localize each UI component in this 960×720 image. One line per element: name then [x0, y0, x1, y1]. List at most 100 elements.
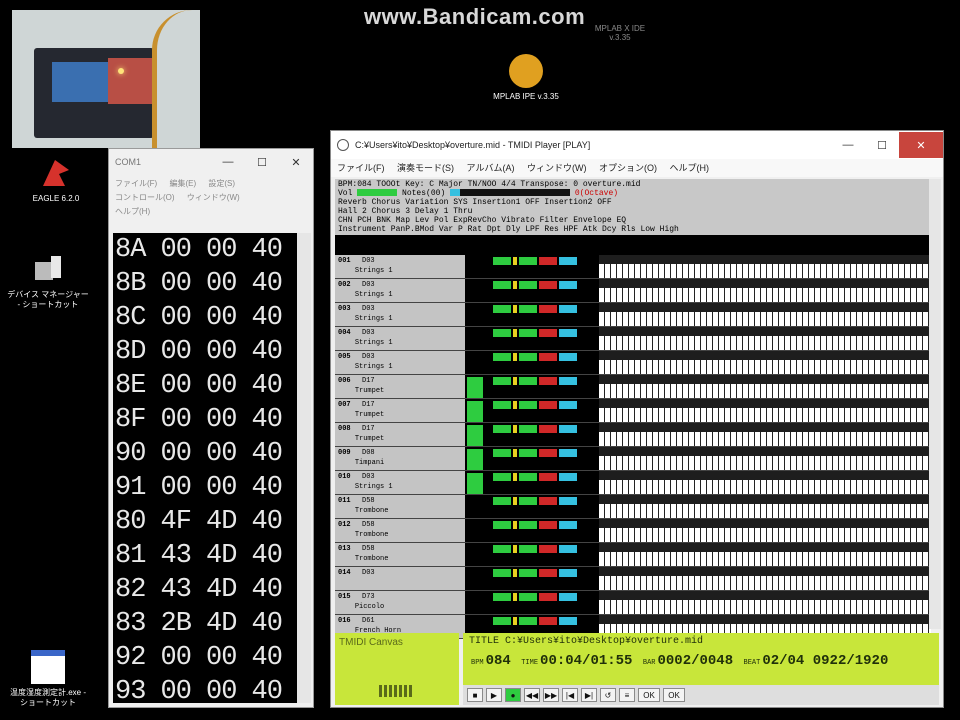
track-param-bars	[491, 495, 599, 518]
tmidi-titlebar[interactable]: C:¥Users¥ito¥Desktop¥overture.mid - TMID…	[331, 131, 943, 159]
device-manager-icon	[31, 252, 65, 286]
hex-byte: 00	[160, 269, 192, 299]
menu-file[interactable]: ファイル(F)	[337, 163, 385, 173]
track-row[interactable]: 010 D03 Strings 1	[335, 471, 931, 495]
close-button[interactable]: ✕	[899, 132, 943, 158]
terminal-window[interactable]: COM1 — ☐ ✕ ファイル(F) 編集(E) 設定(S) コントロール(O)…	[108, 148, 314, 708]
hex-row: 8B 00 00 40	[113, 267, 297, 301]
param-bar	[513, 617, 517, 625]
transport-controls: ■ ▶ ● ◀◀ ▶▶ |◀ ▶| ↺ ≡ OK OK	[463, 685, 939, 705]
transport-button[interactable]: |◀	[562, 688, 578, 702]
hex-byte: 91	[115, 473, 146, 503]
webcam-overlay	[12, 10, 200, 148]
track-number: 015	[338, 593, 351, 601]
close-button[interactable]: ✕	[279, 149, 313, 175]
track-level-meter	[465, 471, 491, 494]
minimize-button[interactable]: —	[831, 132, 865, 158]
hex-byte: 00	[206, 473, 237, 503]
menu-edit[interactable]: 編集(E)	[169, 179, 196, 188]
param-bar	[519, 329, 537, 337]
track-row[interactable]: 015 D73 Piccolo	[335, 591, 931, 615]
menu-album[interactable]: アルバム(A)	[467, 163, 515, 173]
terminal-scrollbar[interactable]	[297, 233, 311, 703]
maximize-button[interactable]: ☐	[245, 149, 279, 175]
hex-byte: 8E	[115, 371, 146, 401]
track-row[interactable]: 003 D03 Strings 1	[335, 303, 931, 327]
param-bar	[539, 473, 557, 481]
terminal-titlebar[interactable]: COM1 — ☐ ✕	[109, 149, 313, 175]
desktop-icon-device-manager[interactable]: デバイス マネージャー - ショートカット	[6, 252, 90, 310]
track-param-bars	[491, 591, 599, 614]
track-row[interactable]: 006 D17 Trumpet	[335, 375, 931, 399]
param-bar	[519, 377, 537, 385]
param-bar	[559, 305, 577, 313]
track-row[interactable]: 001 D03 Strings 1	[335, 255, 931, 279]
track-label: 010 D03 Strings 1	[335, 471, 465, 494]
desktop-icon-eagle[interactable]: EAGLE 6.2.0	[14, 156, 98, 204]
track-keyboard	[599, 495, 931, 518]
track-row[interactable]: 011 D58 Trombone	[335, 495, 931, 519]
track-row[interactable]: 013 D58 Trombone	[335, 543, 931, 567]
transport-button[interactable]: OK	[663, 688, 685, 702]
track-row[interactable]: 004 D03 Strings 1	[335, 327, 931, 351]
transport-button[interactable]: ▶	[486, 688, 502, 702]
param-bar	[513, 569, 517, 577]
menu-control[interactable]: コントロール(O)	[115, 193, 175, 202]
transport-button[interactable]: OK	[638, 688, 660, 702]
param-bar	[559, 497, 577, 505]
tmidi-player-window[interactable]: C:¥Users¥ito¥Desktop¥overture.mid - TMID…	[330, 130, 944, 708]
track-number: 007	[338, 401, 351, 409]
param-bar	[539, 593, 557, 601]
menu-play-mode[interactable]: 演奏モード(S)	[397, 163, 454, 173]
monitor-scrollbar[interactable]	[929, 179, 941, 629]
hex-byte: 4D	[206, 507, 237, 537]
transport-button[interactable]: ↺	[600, 688, 616, 702]
track-row[interactable]: 007 D17 Trumpet	[335, 399, 931, 423]
transport-button[interactable]: ▶▶	[543, 688, 559, 702]
led-light	[118, 68, 124, 74]
track-row[interactable]: 014 D03	[335, 567, 931, 591]
hex-byte: 4D	[206, 575, 237, 605]
param-bar	[513, 353, 517, 361]
track-level-meter	[465, 255, 491, 278]
track-row[interactable]: 008 D17 Trumpet	[335, 423, 931, 447]
hex-byte: 4F	[160, 507, 192, 537]
desktop-icon-temp-humidity[interactable]: 温度湿度測定計.exe - ショートカット	[6, 650, 90, 708]
transport-button[interactable]: ≡	[619, 688, 635, 702]
track-row[interactable]: 005 D03 Strings 1	[335, 351, 931, 375]
track-label: 002 D03 Strings 1	[335, 279, 465, 302]
hex-byte: 40	[251, 405, 283, 435]
track-row[interactable]: 009 D08 Timpani	[335, 447, 931, 471]
menu-window[interactable]: ウィンドウ(W)	[187, 193, 240, 202]
param-bar	[519, 425, 537, 433]
track-list: 001 D03 Strings 1 002 D03 Strings 1 003 D03 S…	[335, 255, 931, 639]
window-app-icon	[31, 650, 65, 684]
transport-button[interactable]: ◀◀	[524, 688, 540, 702]
hex-row: 81 43 4D 40	[113, 539, 297, 573]
param-bar	[493, 521, 511, 529]
transport-button[interactable]: ■	[467, 688, 483, 702]
maximize-button[interactable]: ☐	[865, 132, 899, 158]
menu-file[interactable]: ファイル(F)	[115, 179, 157, 188]
track-instrument: Trumpet	[354, 411, 385, 419]
track-keyboard	[599, 591, 931, 614]
menu-settings[interactable]: 設定(S)	[208, 179, 235, 188]
menu-help[interactable]: ヘルプ(H)	[115, 207, 150, 216]
menu-help[interactable]: ヘルプ(H)	[670, 163, 710, 173]
track-bank: D03	[362, 473, 375, 481]
track-instrument: Trombone	[354, 555, 389, 563]
track-row[interactable]: 002 D03 Strings 1	[335, 279, 931, 303]
menu-options[interactable]: オプション(O)	[599, 163, 657, 173]
track-keyboard	[599, 543, 931, 566]
hex-row: 8A 00 00 40	[113, 233, 297, 267]
track-row[interactable]: 012 D58 Trombone	[335, 519, 931, 543]
transport-button[interactable]: ▶|	[581, 688, 597, 702]
param-bar	[559, 617, 577, 625]
hex-byte: 00	[160, 337, 192, 367]
transport-button[interactable]: ●	[505, 688, 521, 702]
minimize-button[interactable]: —	[211, 149, 245, 175]
param-bar	[559, 545, 577, 553]
terminal-output[interactable]: 8A 00 00 40 8B 00 00 40 8C 00 00 40 8D 00 00 40 8E 00 00 40…	[113, 233, 297, 707]
desktop-icon-mplab-ipe[interactable]: MPLAB IPE v.3.35	[484, 54, 568, 102]
menu-window[interactable]: ウィンドウ(W)	[527, 163, 587, 173]
